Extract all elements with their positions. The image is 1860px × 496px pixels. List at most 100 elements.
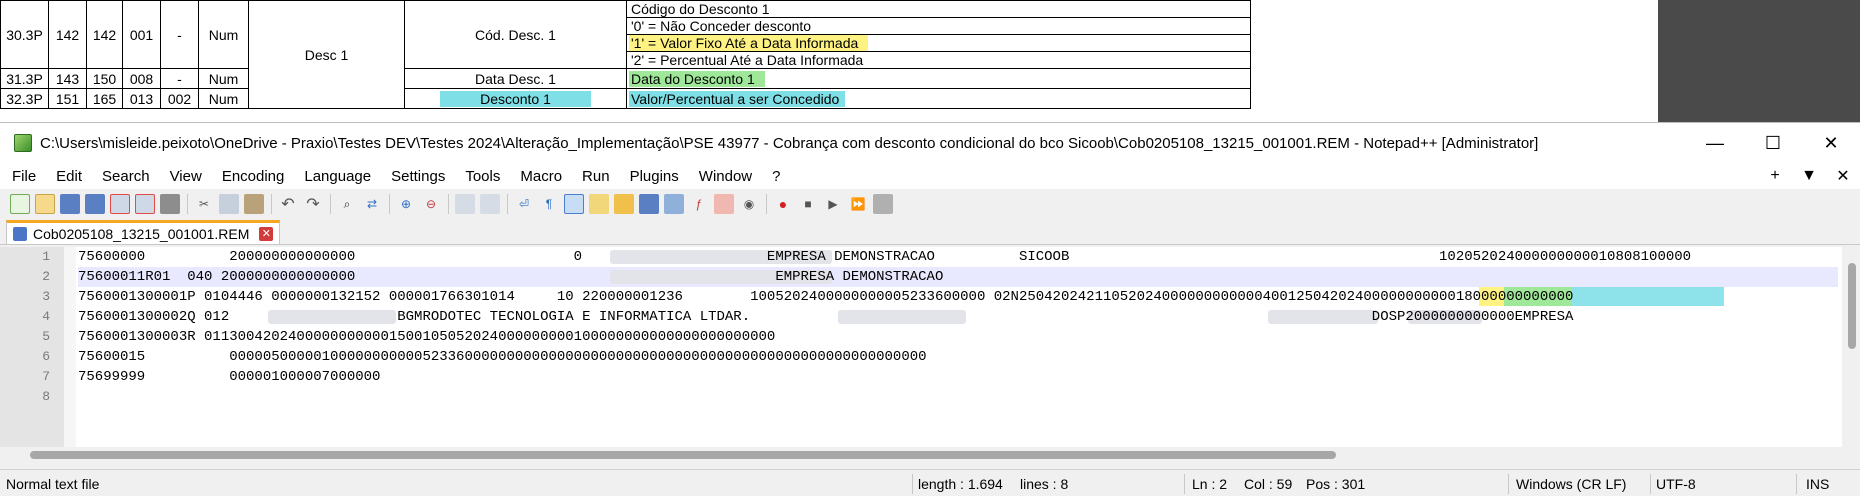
menu-run[interactable]: Run	[570, 168, 618, 185]
doc-list-icon[interactable]	[639, 194, 659, 214]
code-line: 7560001300003R 0113004202400000000000150…	[78, 329, 776, 345]
dec-cell: -	[160, 68, 199, 89]
background-dark-panel	[1658, 0, 1860, 124]
save-icon[interactable]	[60, 194, 80, 214]
cut-icon[interactable]: ✂	[194, 194, 214, 214]
menu-plugins[interactable]: Plugins	[618, 168, 687, 185]
dec-cell: 002	[160, 88, 199, 109]
desc-highlight-green: Data do Desconto 1	[629, 70, 765, 87]
type-cell: Num	[198, 88, 249, 109]
redo-icon[interactable]: ↷	[303, 194, 323, 214]
fim-cell: 165	[86, 88, 123, 109]
vertical-scroll-thumb[interactable]	[1848, 263, 1856, 349]
fim-cell: 150	[86, 68, 123, 89]
line-number: 2	[42, 269, 50, 284]
copy-icon[interactable]	[219, 194, 239, 214]
doc-map-icon[interactable]	[614, 194, 634, 214]
save-macro-icon[interactable]	[873, 194, 893, 214]
notepadpp-app-icon	[14, 134, 32, 152]
find-icon[interactable]: ⌕	[337, 194, 357, 214]
open-file-icon[interactable]	[35, 194, 55, 214]
minimize-button[interactable]: —	[1686, 133, 1744, 154]
line-number: 1	[42, 249, 50, 264]
line-number: 8	[42, 389, 50, 404]
print-icon[interactable]	[160, 194, 180, 214]
notepadpp-window: C:\Users\misleide.peixoto\OneDrive - Pra…	[0, 122, 1860, 496]
run-multiple-macro-icon[interactable]: ⏩	[848, 194, 868, 214]
status-eol: Windows (CR LF)	[1516, 476, 1627, 492]
menu-window[interactable]: Window	[687, 168, 760, 185]
show-all-chars-icon[interactable]: ¶	[539, 194, 559, 214]
menu-tools[interactable]: Tools	[453, 168, 508, 185]
status-col: Col : 59	[1244, 476, 1293, 492]
stop-macro-icon[interactable]: ■	[798, 194, 818, 214]
desc-cell: '0' = Não Conceder desconto	[626, 17, 1251, 35]
editor-area[interactable]: 1 2 3 4 5 6 7 8 75600000 200000000000000	[0, 247, 1860, 447]
menu-bar: File Edit Search View Encoding Language …	[0, 163, 1860, 189]
word-wrap-icon[interactable]: ⏎	[514, 194, 534, 214]
play-macro-icon[interactable]: ▶	[823, 194, 843, 214]
menu-edit[interactable]: Edit	[44, 168, 90, 185]
name-highlight-cyan: Desconto 1	[440, 90, 591, 107]
menu-macro[interactable]: Macro	[508, 168, 570, 185]
status-lines: lines : 8	[1020, 476, 1069, 492]
dig-cell: 008	[122, 68, 161, 89]
new-file-icon[interactable]	[10, 194, 30, 214]
maximize-button[interactable]: ☐	[1744, 133, 1802, 154]
status-insert-mode: INS	[1806, 476, 1830, 492]
sync-vertical-icon[interactable]	[455, 194, 475, 214]
status-pos: Pos : 301	[1306, 476, 1366, 492]
status-encoding: UTF-8	[1656, 476, 1696, 492]
menu-view[interactable]: View	[158, 168, 210, 185]
zoom-in-icon[interactable]: ⊕	[396, 194, 416, 214]
fold-margin	[64, 247, 76, 447]
status-length: length : 1.694	[918, 476, 1003, 492]
status-file-type: Normal text file	[6, 476, 100, 492]
record-macro-icon[interactable]: ●	[773, 194, 793, 214]
horizontal-scroll-thumb[interactable]	[30, 451, 1336, 459]
tab-document[interactable]: Cob0205108_13215_001001.REM ✕	[6, 220, 281, 244]
dig-cell: 013	[122, 88, 161, 109]
menu-language[interactable]: Language	[292, 168, 379, 185]
zoom-out-icon[interactable]: ⊖	[421, 194, 441, 214]
close-document-button[interactable]: ✕	[1826, 166, 1860, 186]
pos-cell: 31.3P	[0, 68, 49, 89]
text-area[interactable]: 75600000 200000000000000 0 EMPRESA DEMON…	[78, 247, 1838, 447]
undo-icon[interactable]: ↶	[278, 194, 298, 214]
menu-help[interactable]: ?	[760, 168, 788, 185]
code-line: 7560001300001P 0104446 0000000132152 000…	[78, 289, 1574, 305]
tab-list-button[interactable]: ▼	[1792, 167, 1826, 185]
code-line: 75600011R01 040 2000000000000000 EMPRESA…	[78, 269, 944, 285]
indent-guide-icon[interactable]	[564, 194, 584, 214]
tab-bar: Cob0205108_13215_001001.REM ✕	[0, 219, 1860, 245]
replace-icon[interactable]: ⇄	[362, 194, 382, 214]
close-all-icon[interactable]	[135, 194, 155, 214]
sync-horizontal-icon[interactable]	[480, 194, 500, 214]
menu-encoding[interactable]: Encoding	[210, 168, 293, 185]
saved-file-icon	[13, 226, 27, 241]
menu-file[interactable]: File	[0, 168, 44, 185]
code-line: 75600000 200000000000000 0 EMPRESA DEMON…	[78, 249, 1692, 265]
fim-cell: 142	[86, 0, 123, 69]
spec-table: 30.3P 142 142 001 - Num Desc 1 Cód. Desc…	[0, 0, 1251, 109]
function-list-icon[interactable]	[664, 194, 684, 214]
title-bar[interactable]: C:\Users\misleide.peixoto\OneDrive - Pra…	[0, 123, 1860, 163]
new-tab-button[interactable]: +	[1758, 167, 1792, 185]
menu-settings[interactable]: Settings	[379, 168, 453, 185]
udl-icon[interactable]	[589, 194, 609, 214]
menu-search[interactable]: Search	[90, 168, 158, 185]
paste-icon[interactable]	[244, 194, 264, 214]
close-button[interactable]: ✕	[1802, 133, 1860, 154]
line-number: 4	[42, 309, 50, 324]
line-number: 6	[42, 349, 50, 364]
folder-workspace-icon[interactable]	[714, 194, 734, 214]
monitor-icon[interactable]: ◉	[739, 194, 759, 214]
name-cell: Data Desc. 1	[404, 68, 627, 89]
fx-icon[interactable]: ƒ	[689, 194, 709, 214]
field-group-cell: Desc 1	[248, 0, 405, 109]
tab-close-icon[interactable]: ✕	[259, 226, 274, 241]
save-all-icon[interactable]	[85, 194, 105, 214]
pos-cell: 30.3P	[0, 0, 49, 69]
close-file-icon[interactable]	[110, 194, 130, 214]
ini-cell: 143	[48, 68, 87, 89]
